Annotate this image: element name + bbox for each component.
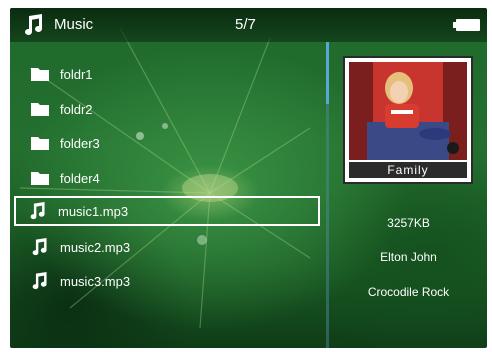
music-note-icon — [25, 14, 42, 35]
list-item-folder[interactable]: folder4 — [16, 164, 318, 192]
list-item-label: folder3 — [60, 136, 100, 151]
list-item-folder[interactable]: folder3 — [16, 129, 318, 157]
item-counter: 5/7 — [235, 16, 256, 33]
file-size: 3257KB — [387, 216, 430, 230]
album-caption: Family — [349, 162, 467, 178]
list-scrollbar[interactable] — [326, 42, 329, 348]
folder-icon — [31, 103, 49, 116]
list-item-track[interactable]: music3.mp3 — [16, 267, 318, 295]
app-title: Music — [54, 16, 94, 33]
track-artist: Elton John — [380, 250, 437, 264]
list-item-label: foldr1 — [60, 67, 93, 82]
header-bar: Music 5/7 — [10, 8, 487, 42]
list-item-label: music3.mp3 — [60, 274, 131, 289]
scrollbar-thumb[interactable] — [326, 42, 329, 104]
music-note-icon — [32, 272, 47, 290]
list-item-label: folder4 — [60, 171, 100, 186]
list-item-track[interactable]: music2.mp3 — [16, 233, 318, 261]
music-browser-screen: Music 5/7 foldr1 foldr2 folder3 folder4 … — [10, 8, 487, 348]
list-item-folder[interactable]: foldr2 — [16, 95, 318, 123]
list-item-label: music2.mp3 — [60, 240, 131, 255]
list-item-label: music1.mp3 — [58, 204, 129, 219]
list-item-folder[interactable]: foldr1 — [16, 60, 318, 88]
folder-icon — [31, 68, 49, 81]
list-item-label: foldr2 — [60, 102, 93, 117]
album-art-image — [349, 62, 467, 160]
folder-icon — [31, 137, 49, 150]
folder-icon — [31, 172, 49, 185]
music-note-icon — [30, 202, 45, 220]
track-title: Crocodile Rock — [367, 285, 450, 299]
battery-full-icon — [453, 19, 480, 31]
list-item-selected-track[interactable]: music1.mp3 — [14, 196, 320, 226]
album-cover: Family — [343, 56, 473, 184]
music-note-icon — [32, 238, 47, 256]
